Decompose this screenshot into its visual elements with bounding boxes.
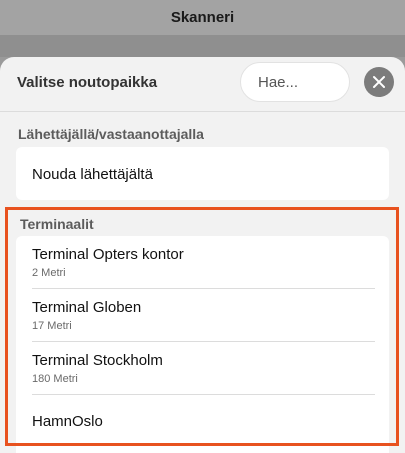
list-item[interactable]: Terminal Opters kontor 2 Metri bbox=[16, 236, 389, 288]
header-divider bbox=[0, 111, 405, 112]
sheet-title: Valitse noutopaikka bbox=[17, 74, 158, 91]
app-title: Skanneri bbox=[170, 9, 235, 26]
item-name: Terminal Globen bbox=[32, 299, 142, 316]
app-header: Skanneri bbox=[0, 0, 405, 35]
search-input[interactable] bbox=[240, 62, 350, 102]
list-item[interactable]: Terminal Globen 17 Metri bbox=[16, 289, 389, 341]
list-item[interactable]: Terminal Stockholm 180 Metri bbox=[16, 342, 389, 394]
terminals-card: Terminal Opters kontor 2 Metri Terminal … bbox=[16, 236, 389, 453]
section-label-terminals: Terminaalit bbox=[20, 216, 94, 232]
item-name: Terminal Opters kontor bbox=[32, 246, 184, 263]
list-item[interactable]: HamnOslo bbox=[16, 395, 389, 447]
section-label-sender: Lähettäjällä/vastaanottajalla bbox=[18, 126, 204, 142]
close-button[interactable] bbox=[364, 67, 394, 97]
item-distance: 180 Metri bbox=[32, 373, 78, 385]
item-distance: 2 Metri bbox=[32, 267, 66, 279]
backdrop-overlay[interactable] bbox=[0, 35, 405, 57]
item-distance: 17 Metri bbox=[32, 320, 72, 332]
item-name: Terminal Stockholm bbox=[32, 352, 163, 369]
close-icon bbox=[373, 76, 385, 88]
list-item[interactable]: Nouda lähettäjältä bbox=[16, 147, 389, 200]
item-name: Nouda lähettäjältä bbox=[32, 166, 153, 183]
item-name: HamnOslo bbox=[32, 413, 103, 430]
sender-card: Nouda lähettäjältä bbox=[16, 147, 389, 200]
